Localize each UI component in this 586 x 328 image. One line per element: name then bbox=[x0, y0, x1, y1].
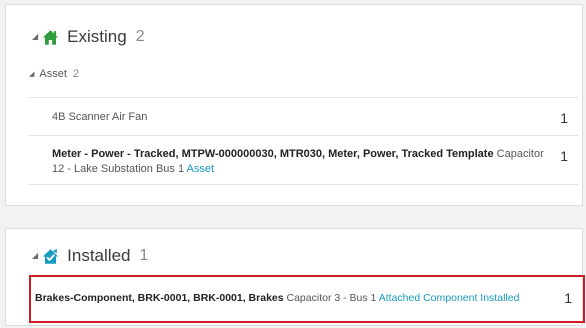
attached-component-installed-link[interactable]: Attached Component Installed bbox=[379, 292, 520, 304]
home-icon bbox=[42, 29, 59, 46]
highlighted-list-item[interactable]: Brakes-Component, BRK-0001, BRK-0001, Br… bbox=[29, 275, 585, 323]
installed-section-header[interactable]: ◢ Installed 1 bbox=[32, 246, 148, 266]
list-item-title: Meter - Power - Tracked, MTPW-000000030,… bbox=[52, 148, 494, 160]
list-item-text: Brakes-Component, BRK-0001, BRK-0001, Br… bbox=[35, 291, 519, 306]
existing-panel: ◢ Existing 2 ◢ Asset 2 4B Scanner Air Fa… bbox=[5, 4, 583, 206]
list-item-text: 4B Scanner Air Fan bbox=[52, 111, 148, 123]
list-item-quantity: 1 bbox=[560, 148, 568, 164]
asset-link[interactable]: Asset bbox=[187, 163, 215, 175]
list-item-quantity: 1 bbox=[560, 110, 568, 126]
installed-title: Installed bbox=[67, 246, 131, 265]
installed-count: 1 bbox=[139, 247, 149, 264]
list-item-location: Capacitor 3 - Bus 1 bbox=[283, 292, 379, 304]
installed-panel: ◢ Installed 1 Brakes-Component, BRK-0001… bbox=[5, 228, 585, 326]
existing-section-header[interactable]: ◢ Existing 2 bbox=[32, 27, 145, 47]
expand-triangle-icon[interactable]: ◢ bbox=[32, 252, 38, 260]
list-item-quantity: 1 bbox=[564, 290, 572, 306]
asset-group-label: Asset bbox=[39, 68, 67, 80]
list-item[interactable]: 4B Scanner Air Fan 1 bbox=[29, 97, 578, 135]
asset-group-header[interactable]: ◢ Asset 2 bbox=[29, 68, 79, 80]
asset-group-count: 2 bbox=[72, 68, 80, 80]
expand-triangle-icon[interactable]: ◢ bbox=[32, 33, 38, 41]
expand-triangle-icon[interactable]: ◢ bbox=[29, 71, 34, 78]
existing-count: 2 bbox=[135, 28, 145, 45]
list-item-title: Brakes-Component, BRK-0001, BRK-0001, Br… bbox=[35, 292, 284, 304]
installed-home-check-icon bbox=[42, 248, 59, 265]
list-item[interactable]: Meter - Power - Tracked, MTPW-000000030,… bbox=[29, 135, 578, 185]
existing-title: Existing bbox=[67, 27, 127, 46]
list-item-text: Meter - Power - Tracked, MTPW-000000030,… bbox=[52, 147, 547, 177]
